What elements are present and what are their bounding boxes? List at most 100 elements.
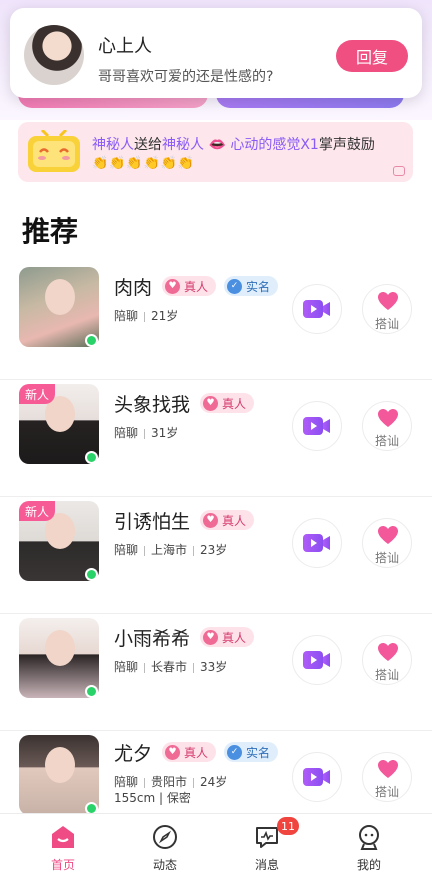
reply-button[interactable]: 回复 (336, 40, 408, 72)
heart-icon (378, 292, 398, 310)
message-icon (256, 827, 278, 848)
real-person-tag: ♥ 真人 (162, 742, 217, 762)
user-name: 肉肉 (114, 277, 153, 299)
video-call-button[interactable] (292, 635, 342, 685)
heart-icon (378, 409, 398, 427)
verified-tag: ✓ 实名 (224, 276, 279, 296)
user-name: 小雨希希 (114, 628, 191, 650)
video-camera-icon (303, 534, 330, 552)
meta-field: 贵阳市 (151, 775, 188, 789)
user-name: 头象找我 (114, 394, 191, 416)
user-meta: 陪聊 贵阳市 24岁 (114, 773, 227, 790)
gift-tv-icon (28, 130, 80, 172)
face-shape (45, 279, 75, 315)
meta-field: 31岁 (151, 426, 179, 440)
video-call-button[interactable] (292, 401, 342, 451)
video-call-button[interactable] (292, 284, 342, 334)
meta-field: 陪聊 (114, 775, 139, 789)
meta-field: 陪聊 (114, 543, 139, 557)
meta-field: 陪聊 (114, 309, 139, 323)
greet-button[interactable]: 搭讪 (362, 401, 412, 451)
heart-shield-icon: ♥ (165, 744, 180, 760)
user-name: 引诱怕生 (114, 511, 191, 533)
tv-small-icon (393, 166, 405, 176)
gift-receiver: 神秘人 (162, 137, 204, 153)
user-check-icon: ✓ (227, 744, 242, 760)
real-person-tag: ♥ 真人 (200, 627, 255, 647)
meta-field: 陪聊 (114, 426, 139, 440)
tab-home[interactable]: 首页 (33, 820, 93, 872)
real-person-tag: ♥ 真人 (200, 393, 255, 413)
heart-shield-icon: ♥ (203, 395, 218, 411)
tab-label: 我的 (356, 858, 381, 872)
divider (144, 428, 146, 439)
video-camera-icon (303, 651, 330, 669)
profile-icon (359, 825, 379, 850)
heart-shield-icon: ♥ (203, 629, 218, 645)
divider (144, 777, 146, 788)
user-meta: 陪聊 上海市 23岁 (114, 541, 227, 558)
divider (144, 662, 146, 673)
meta-field: 24岁 (200, 775, 228, 789)
gift-name: 心动的感觉X1 (230, 137, 319, 153)
user-check-icon: ✓ (227, 278, 242, 294)
greet-button[interactable]: 搭讪 (362, 752, 412, 802)
verified-tag: ✓ 实名 (224, 742, 279, 762)
heart-shield-icon: ♥ (165, 278, 180, 294)
online-status-dot (85, 685, 98, 698)
greet-label: 搭讪 (374, 785, 399, 799)
video-camera-icon (303, 300, 330, 318)
new-user-badge: 新人 (19, 501, 55, 521)
gift-broadcast-banner[interactable]: 神秘人送给神秘人 👄 心动的感觉X1掌声鼓励 👏👏👏👏👏👏 (18, 122, 413, 182)
tab-moments[interactable]: 动态 (135, 820, 195, 872)
video-call-button[interactable] (292, 752, 342, 802)
user-meta: 陪聊 31岁 (114, 424, 178, 441)
greet-button[interactable]: 搭讪 (362, 284, 412, 334)
real-person-tag: ♥ 真人 (200, 510, 255, 530)
notification-sender-name: 心上人 (98, 36, 152, 57)
bottom-tab-bar: 首页 动态 消息 我的 (0, 813, 432, 872)
home-icon (52, 826, 74, 848)
list-item[interactable]: 新人引诱怕生 ♥ 真人陪聊 上海市 23岁 搭讪 (0, 497, 432, 614)
face-shape (45, 747, 75, 783)
video-call-button[interactable] (292, 518, 342, 568)
notification-message: 哥哥喜欢可爱的还是性感的? (98, 69, 274, 85)
meta-field: 上海市 (151, 543, 188, 557)
online-status-dot (85, 568, 98, 581)
real-person-tag: ♥ 真人 (162, 276, 217, 296)
face-shape (45, 630, 75, 666)
message-count-badge: 11 (277, 817, 299, 835)
video-camera-icon (303, 768, 330, 786)
clap-emojis: 👏👏👏👏👏👏 (92, 156, 196, 171)
user-name: 尤夕 (114, 743, 153, 765)
divider (144, 545, 146, 556)
tab-label: 首页 (50, 858, 75, 872)
user-meta: 陪聊 21岁 (114, 307, 178, 324)
video-camera-icon (303, 417, 330, 435)
divider (193, 662, 195, 673)
greet-label: 搭讪 (374, 551, 399, 565)
heart-icon (378, 643, 398, 661)
gift-suffix: 掌声鼓励 (318, 137, 375, 153)
list-item[interactable]: 新人头象找我 ♥ 真人陪聊 31岁 搭讪 (0, 380, 432, 497)
greet-label: 搭讪 (374, 668, 399, 682)
avatar (24, 25, 84, 85)
meta-field: 33岁 (200, 660, 228, 674)
message-notification[interactable]: 心上人 哥哥喜欢可爱的还是性感的? 回复 (10, 8, 422, 98)
divider (144, 311, 146, 322)
gift-message: 神秘人送给神秘人 👄 心动的感觉X1掌声鼓励 (92, 134, 375, 154)
user-meta: 陪聊 长春市 33岁 (114, 658, 227, 675)
lips-icon: 👄 (208, 137, 226, 153)
greet-button[interactable]: 搭讪 (362, 635, 412, 685)
new-user-badge: 新人 (19, 384, 55, 404)
tab-profile[interactable]: 我的 (339, 820, 399, 872)
tab-label: 消息 (254, 858, 279, 872)
divider (193, 545, 195, 556)
list-item[interactable]: 肉肉 ♥ 真人 ✓ 实名陪聊 21岁 搭讪 (0, 263, 432, 380)
heart-icon (378, 760, 398, 778)
meta-field: 23岁 (200, 543, 228, 557)
list-item[interactable]: 小雨希希 ♥ 真人陪聊 长春市 33岁 搭讪 (0, 614, 432, 731)
meta-field: 21岁 (151, 309, 179, 323)
greet-button[interactable]: 搭讪 (362, 518, 412, 568)
greet-label: 搭讪 (374, 434, 399, 448)
